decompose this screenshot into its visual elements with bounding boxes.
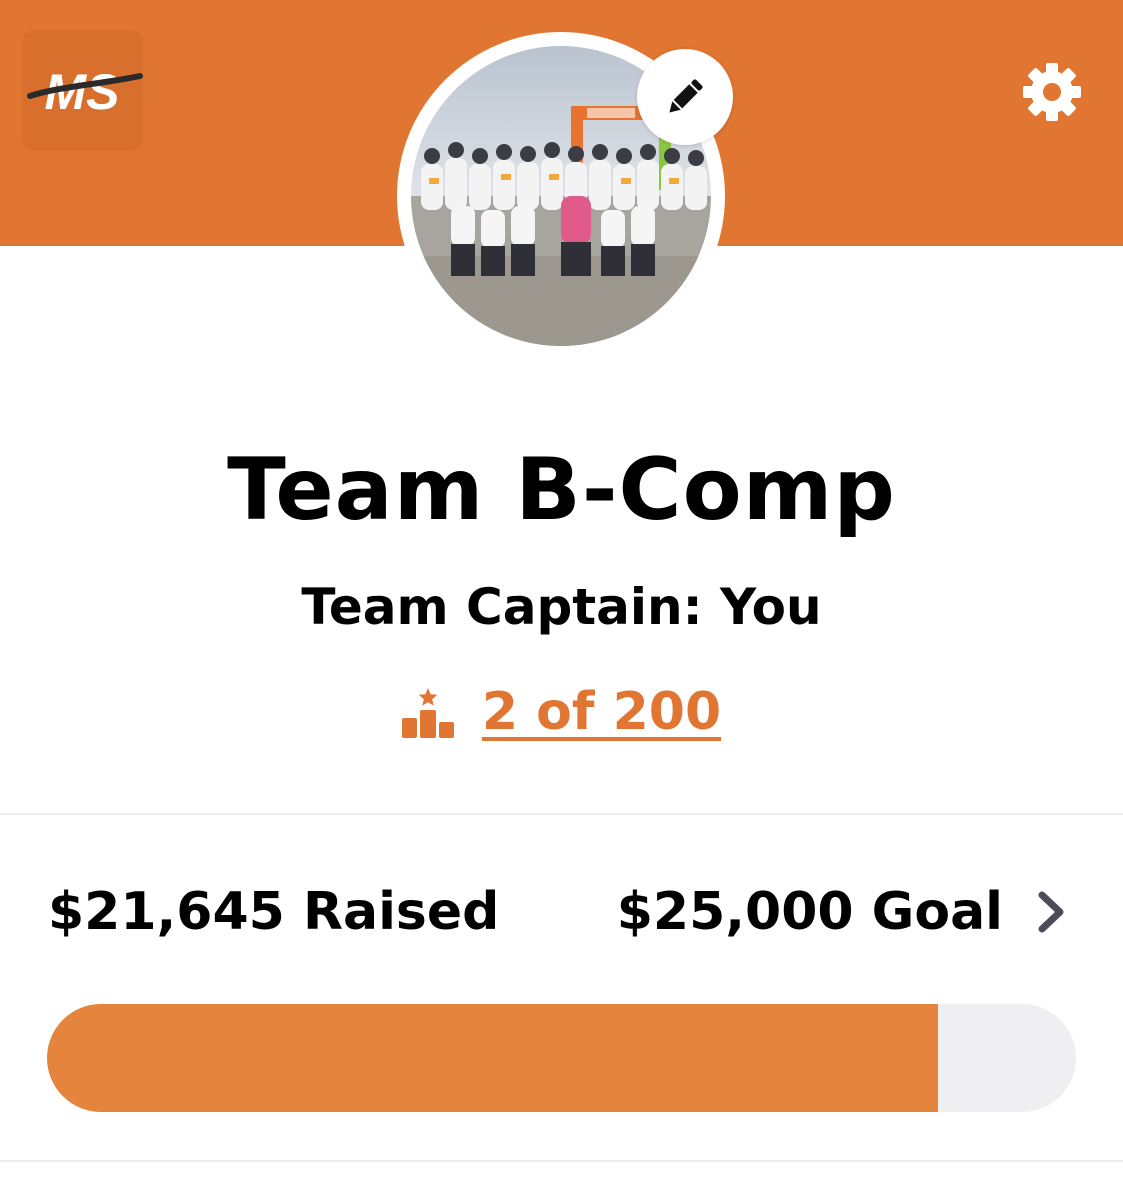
goal-amount[interactable]: $25,000 Goal <box>617 877 1003 947</box>
team-rank: 2 of 200 <box>0 676 1123 748</box>
podium-icon <box>401 688 454 738</box>
team-name: Team B-Comp <box>227 440 896 540</box>
gear-icon[interactable] <box>1018 58 1086 126</box>
divider <box>0 1160 1123 1162</box>
fundraising-progress-bar <box>47 1004 1076 1112</box>
team-rank-link[interactable]: 2 of 200 <box>482 676 721 748</box>
pencil-icon <box>669 79 703 113</box>
chevron-right-icon[interactable] <box>1032 889 1072 935</box>
progress-fill <box>47 1004 939 1112</box>
edit-photo-button[interactable] <box>637 49 733 145</box>
ms-logo: MS <box>22 30 143 151</box>
team-captain-label: Team Captain: You <box>301 578 822 636</box>
divider <box>0 813 1123 815</box>
raised-amount: $21,645 Raised <box>48 882 500 942</box>
